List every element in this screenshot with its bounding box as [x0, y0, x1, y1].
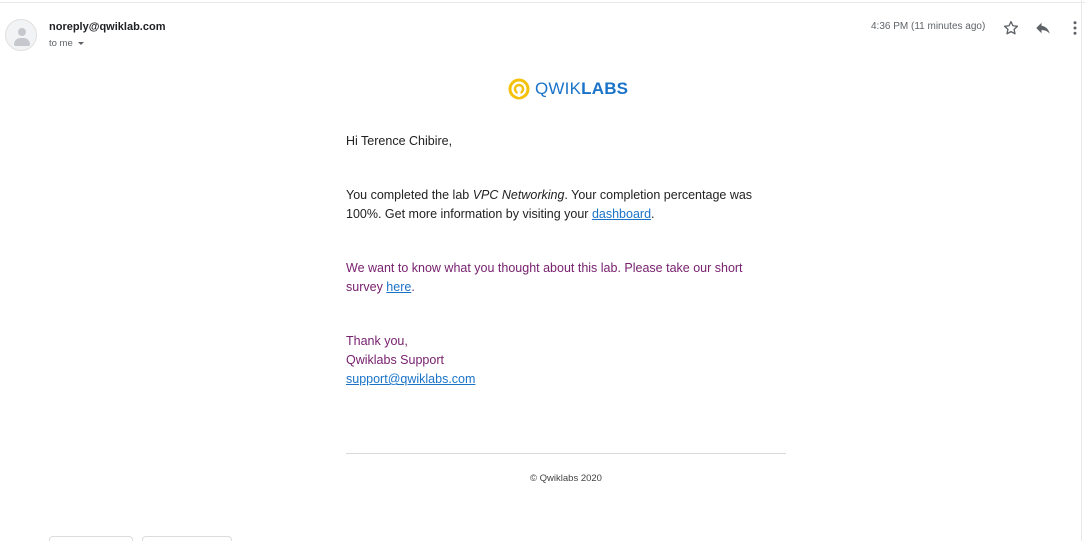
- avatar-body: [14, 38, 30, 46]
- wordmark-light: QWIK: [535, 79, 582, 98]
- signoff-thanks: Thank you,: [346, 334, 408, 348]
- caret-down-icon[interactable]: [77, 42, 84, 45]
- support-email-link[interactable]: support@qwiklabs.com: [346, 372, 475, 386]
- completion-text-3: 100%. Get more information by visiting y…: [346, 207, 592, 221]
- dashboard-link[interactable]: dashboard: [592, 207, 651, 221]
- greeting-text: Hi Terence Chibire,: [346, 134, 453, 148]
- top-divider: [0, 2, 1085, 3]
- message-timestamp: 4:36 PM (11 minutes ago): [871, 21, 986, 32]
- signoff-team: Qwiklabs Support: [346, 353, 444, 367]
- completion-line-1: You completed the lab VPC Networking. Yo…: [346, 186, 786, 205]
- forward-button[interactable]: [142, 536, 232, 541]
- signoff-block: Thank you, Qwiklabs Support support@qwik…: [346, 332, 786, 389]
- star-icon[interactable]: [1002, 19, 1020, 37]
- recipient-label: to me: [49, 38, 73, 49]
- avatar-head: [18, 28, 26, 36]
- copyright-text: © Qwiklabs 2020: [530, 473, 602, 484]
- survey-suffix: .: [411, 280, 415, 294]
- reply-icon[interactable]: [1034, 19, 1052, 37]
- completion-line-2: 100%. Get more information by visiting y…: [346, 205, 786, 224]
- completion-text-1: You completed the lab: [346, 188, 473, 202]
- footer-divider: [346, 453, 786, 454]
- qwiklabs-wordmark: QWIKLABS: [535, 79, 628, 99]
- reply-button[interactable]: [49, 536, 133, 541]
- survey-link[interactable]: here: [386, 280, 411, 294]
- lab-name: VPC Networking: [472, 188, 565, 202]
- survey-paragraph: We want to know what you thought about t…: [346, 259, 786, 297]
- sender-address[interactable]: noreply@qwiklab.com: [49, 21, 165, 33]
- completion-paragraph: You completed the lab VPC Networking. Yo…: [346, 186, 786, 224]
- avatar-icon[interactable]: [5, 19, 37, 51]
- completion-text-2: . Your completion percentage was: [564, 188, 753, 202]
- completion-text-4: .: [651, 207, 655, 221]
- more-vert-icon[interactable]: [1066, 19, 1084, 37]
- qwiklabs-logo-icon: [508, 78, 530, 100]
- signoff-email-line: support@qwiklabs.com: [346, 370, 786, 389]
- email-view: noreply@qwiklab.com to me 4:36 PM (11 mi…: [0, 0, 1085, 541]
- wordmark-bold: LABS: [581, 79, 629, 98]
- survey-line-1: We want to know what you thought about t…: [346, 261, 743, 275]
- right-edge-divider: [1081, 0, 1082, 541]
- qwiklabs-logo: QWIKLABS: [508, 77, 628, 101]
- survey-prefix: survey: [346, 280, 387, 294]
- survey-line-2: survey here.: [346, 278, 786, 297]
- recipient-summary[interactable]: to me: [49, 38, 84, 49]
